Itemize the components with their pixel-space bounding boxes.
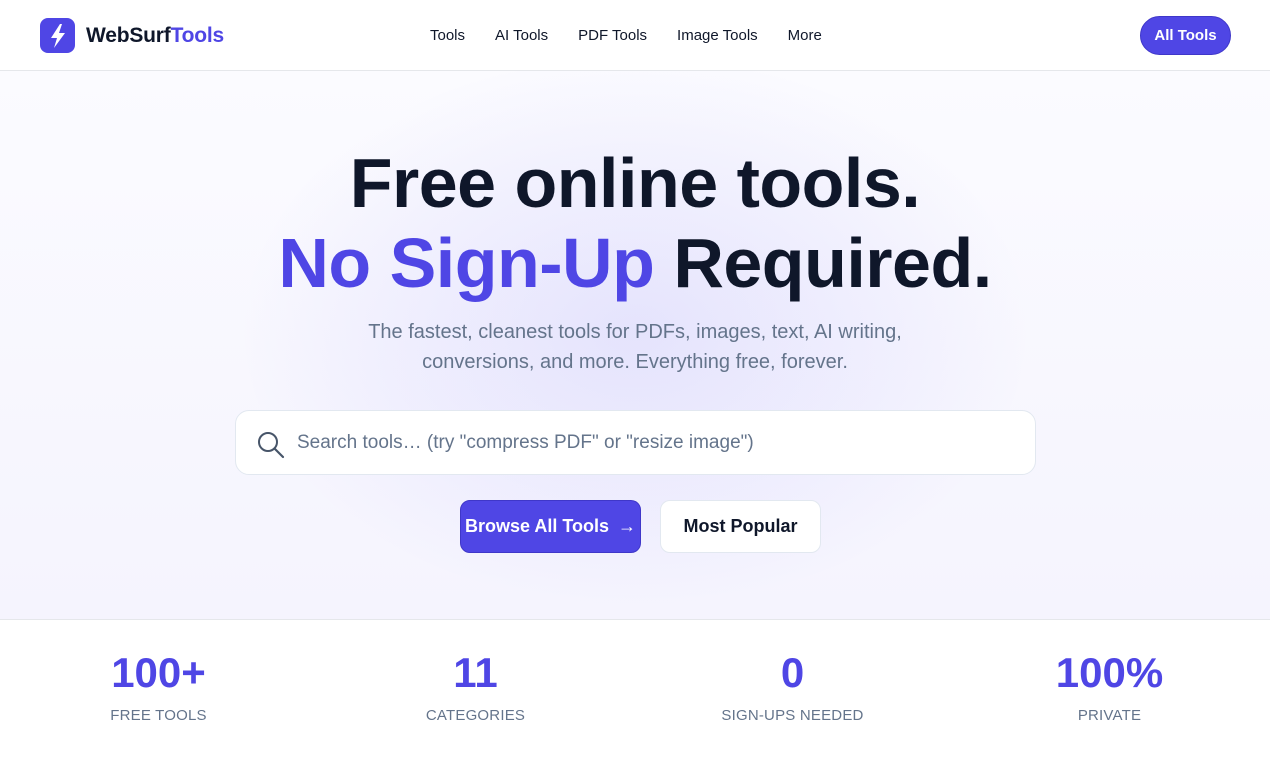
nav-item-ai-tools[interactable]: AI Tools: [495, 27, 548, 44]
nav-item-more[interactable]: More: [788, 27, 822, 44]
hero-section: Free online tools. No Sign-Up Required. …: [0, 71, 1270, 620]
stat-value: 0: [780, 649, 805, 696]
hero-subtitle: The fastest, cleanest tools for PDFs, im…: [368, 321, 902, 373]
nav-item-tools[interactable]: Tools: [430, 27, 465, 44]
hero-title-accent: No Sign-Up: [278, 224, 655, 302]
browse-all-tools-label: Browse All Tools: [464, 516, 610, 536]
main-nav: Tools AI Tools PDF Tools Image Tools Mor…: [430, 0, 822, 71]
most-popular-button[interactable]: Most Popular: [660, 500, 821, 553]
stat-label: SIGN-UPS NEEDED: [721, 707, 864, 724]
brand-name-part2: Tools: [170, 23, 225, 47]
stat-value: 11: [453, 649, 498, 696]
stat-label: FREE TOOLS: [110, 707, 207, 724]
stat-categories: 11 CATEGORIES: [317, 649, 634, 725]
stat-value: 100+: [111, 649, 206, 696]
hero-title-line1: Free online tools.: [349, 144, 921, 222]
brand-name-part1: WebSurf: [86, 23, 171, 47]
search-input[interactable]: [297, 411, 1017, 474]
site-logo[interactable]: WebSurfTools: [40, 18, 224, 53]
nav-item-pdf-tools[interactable]: PDF Tools: [578, 27, 647, 44]
site-header: WebSurfTools Tools AI Tools PDF Tools Im…: [0, 0, 1270, 71]
search-box[interactable]: [235, 410, 1036, 475]
stat-label: CATEGORIES: [425, 707, 526, 724]
search-icon: [257, 431, 285, 459]
browse-all-tools-button[interactable]: Browse All Tools →: [460, 500, 641, 553]
hero-title-rest: Required.: [654, 224, 992, 302]
hero-title-line2: No Sign-Up Required.: [0, 223, 1270, 303]
stats-section: 100+ FREE TOOLS 11 CATEGORIES 0 SIGN-UPS…: [0, 621, 1270, 760]
stat-label: PRIVATE: [1077, 707, 1142, 724]
stat-sign-ups-needed: 0 SIGN-UPS NEEDED: [634, 649, 951, 725]
hero-title: Free online tools. No Sign-Up Required.: [0, 143, 1270, 303]
stat-private: 100% PRIVATE: [951, 649, 1268, 725]
nav-item-image-tools[interactable]: Image Tools: [677, 27, 758, 44]
stat-free-tools: 100+ FREE TOOLS: [0, 649, 317, 725]
brand-name: WebSurfTools: [86, 24, 224, 48]
stat-value: 100%: [1055, 649, 1164, 696]
lightning-bolt-icon: [40, 18, 75, 53]
all-tools-button[interactable]: All Tools: [1140, 16, 1231, 55]
arrow-right-icon: →: [618, 516, 637, 536]
